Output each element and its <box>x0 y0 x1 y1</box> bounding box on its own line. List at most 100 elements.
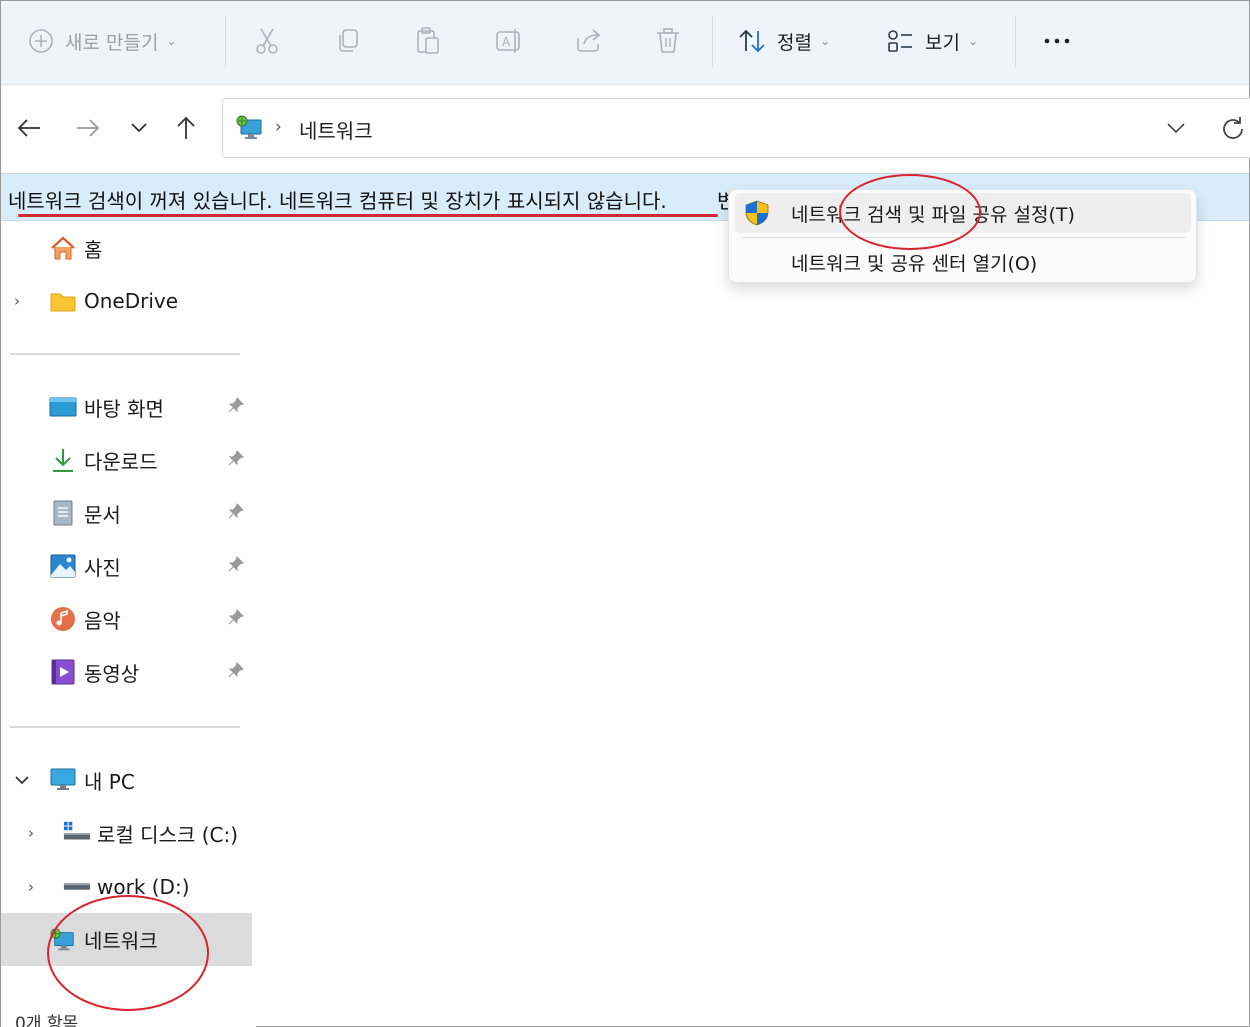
more-button[interactable] <box>1041 23 1073 59</box>
menu-item-network-discovery-settings[interactable]: 네트워크 검색 및 파일 공유 설정(T) <box>735 193 1191 233</box>
delete-icon <box>657 28 679 53</box>
menu-item-label: 네트워크 및 공유 센터 열기(O) <box>791 252 1038 275</box>
network-icon <box>49 926 77 954</box>
sidebar-item-pictures[interactable]: 사진 <box>1 543 256 589</box>
delete-button[interactable] <box>654 23 682 59</box>
sidebar-item-network[interactable]: 네트워크 <box>1 913 252 966</box>
chevron-down-icon[interactable] <box>14 774 30 786</box>
download-icon <box>49 446 77 474</box>
menu-separator <box>741 237 1185 238</box>
sidebar-divider <box>10 353 240 355</box>
sidebar-item-label: 로컬 디스크 (C:) <box>97 822 239 847</box>
pin-icon[interactable] <box>227 502 245 524</box>
sort-button[interactable]: 정렬 ⌄ <box>737 23 830 59</box>
sidebar-item-videos[interactable]: 동영상 <box>1 649 256 695</box>
music-icon <box>49 605 77 633</box>
view-label: 보기 <box>925 31 960 54</box>
navigation-bar: › 네트워크 <box>1 86 1250 172</box>
view-icon <box>888 30 912 52</box>
chevron-down-icon <box>131 123 147 133</box>
breadcrumb-separator-icon: › <box>275 117 282 137</box>
chevron-down-icon: ⌄ <box>166 34 177 48</box>
pictures-icon <box>49 552 77 580</box>
address-bar[interactable]: › 네트워크 <box>222 98 1250 158</box>
sidebar-item-label: 내 PC <box>84 769 135 794</box>
refresh-icon[interactable] <box>1219 115 1247 143</box>
svg-text:A: A <box>502 35 511 49</box>
copy-icon <box>339 29 358 52</box>
sidebar-divider <box>10 726 240 728</box>
recent-locations-button[interactable] <box>123 110 155 146</box>
folder-icon <box>49 287 77 315</box>
menu-item-open-sharing-center[interactable]: 네트워크 및 공유 센터 열기(O) <box>735 242 1191 282</box>
sidebar-item-label: 음악 <box>84 608 121 633</box>
rename-button[interactable]: A <box>494 23 524 59</box>
new-label: 새로 만들기 <box>65 31 159 54</box>
sidebar-item-label: 네트워크 <box>84 929 158 953</box>
sidebar-item-drive-d[interactable]: › work (D:) <box>1 864 256 910</box>
sidebar-item-music[interactable]: 음악 <box>1 596 256 642</box>
sidebar-item-onedrive[interactable]: › OneDrive <box>1 278 256 324</box>
sidebar-item-label: 문서 <box>84 502 121 527</box>
chevron-right-icon[interactable]: › <box>28 878 34 896</box>
forward-button[interactable] <box>72 110 104 146</box>
sidebar-item-label: 바탕 화면 <box>84 396 164 421</box>
menu-item-label: 네트워크 검색 및 파일 공유 설정(T) <box>791 203 1075 226</box>
breadcrumb-location[interactable]: 네트워크 <box>299 115 373 144</box>
pin-icon[interactable] <box>227 608 245 630</box>
sidebar-item-label: 홈 <box>84 237 103 262</box>
sidebar-item-label: 다운로드 <box>84 449 158 474</box>
sidebar-item-label: 동영상 <box>84 661 140 686</box>
sidebar-item-downloads[interactable]: 다운로드 <box>1 437 256 483</box>
uac-shield-icon <box>745 200 769 226</box>
copy-button[interactable] <box>334 23 362 59</box>
address-dropdown-icon[interactable] <box>1165 121 1187 135</box>
navigation-pane: 홈 › OneDrive 바탕 화면 다운로드 문서 사진 음악 동영상 내 P… <box>1 222 256 1027</box>
chevron-down-icon: ⌄ <box>819 34 831 48</box>
pin-icon[interactable] <box>227 661 245 683</box>
arrow-right-icon <box>77 119 100 137</box>
pin-icon[interactable] <box>227 449 245 471</box>
new-button[interactable]: 새로 만들기 ⌄ <box>27 23 177 59</box>
up-button[interactable] <box>170 110 202 146</box>
drive-icon <box>63 873 91 901</box>
rename-icon: A <box>496 29 520 53</box>
cut-button[interactable] <box>253 23 281 59</box>
view-button[interactable]: 보기 ⌄ <box>885 23 978 59</box>
sidebar-item-label: work (D:) <box>97 875 190 899</box>
paste-button[interactable] <box>414 23 442 59</box>
sort-label: 정렬 <box>777 31 812 54</box>
pin-icon[interactable] <box>227 396 245 418</box>
chevron-down-icon: ⌄ <box>967 34 979 48</box>
sidebar-item-documents[interactable]: 문서 <box>1 490 256 536</box>
status-item-count: 0개 항목 <box>15 1014 79 1027</box>
sidebar-item-desktop[interactable]: 바탕 화면 <box>1 384 256 430</box>
desktop-icon <box>49 393 77 421</box>
arrow-up-icon <box>177 116 195 139</box>
sidebar-item-home[interactable]: 홈 <box>1 225 256 271</box>
sidebar-item-this-pc[interactable]: 내 PC <box>1 757 256 803</box>
sort-icon <box>739 29 765 53</box>
home-icon <box>49 234 77 262</box>
arrow-left-icon <box>17 119 40 137</box>
back-button[interactable] <box>13 110 45 146</box>
chevron-right-icon[interactable]: › <box>14 292 20 310</box>
toolbar-divider <box>1015 15 1016 67</box>
chevron-right-icon[interactable]: › <box>28 824 34 842</box>
toolbar-divider <box>712 15 713 67</box>
toolbar-divider <box>225 15 226 67</box>
sidebar-item-label: OneDrive <box>84 289 179 313</box>
share-icon <box>577 29 601 52</box>
paste-icon <box>417 27 439 54</box>
plus-circle-icon <box>29 29 53 53</box>
documents-icon <box>49 499 77 527</box>
infobar-context-menu: 네트워크 검색 및 파일 공유 설정(T) 네트워크 및 공유 센터 열기(O) <box>728 189 1197 283</box>
computer-icon <box>49 766 77 794</box>
share-button[interactable] <box>574 23 604 59</box>
sidebar-item-drive-c[interactable]: › 로컬 디스크 (C:) <box>1 810 256 856</box>
annotation-underline <box>18 214 718 217</box>
cut-icon <box>256 28 278 54</box>
pin-icon[interactable] <box>227 555 245 577</box>
system-drive-icon <box>63 819 91 847</box>
command-bar: 새로 만들기 ⌄ A 정렬 ⌄ 보기 ⌄ <box>1 1 1249 85</box>
